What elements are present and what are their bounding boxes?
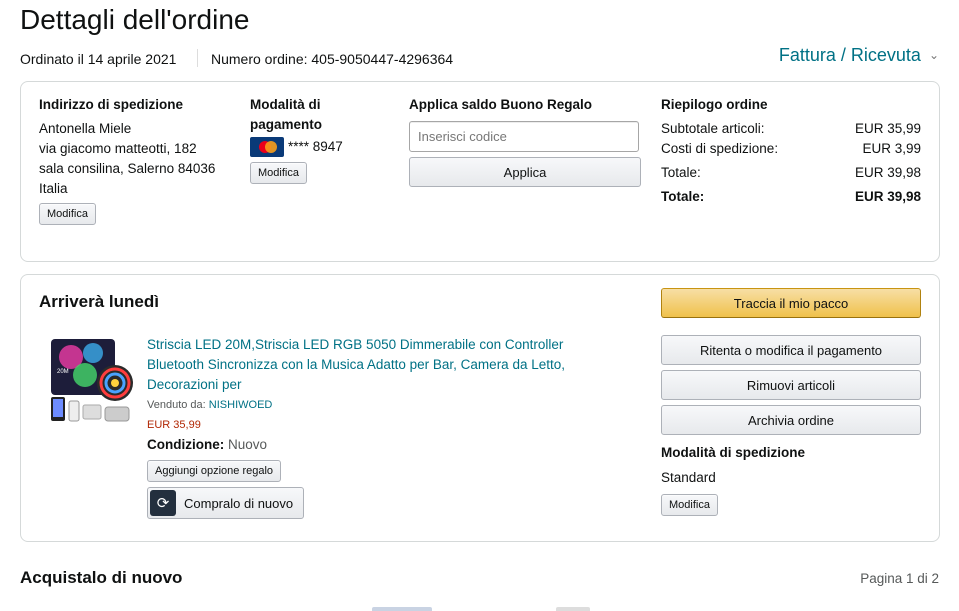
archive-order-button[interactable]: Archivia ordine [661,405,921,435]
order-summary: Riepilogo ordine Subtotale articoli: EUR… [661,95,921,207]
card-number: **** 8947 [288,139,343,154]
shipping-name: Antonella Miele [39,121,132,136]
shipping-line2: sala consilina, Salerno 84036 [39,161,216,176]
order-date: Ordinato il 14 aprile 2021 [20,51,177,67]
summary-heading: Riepilogo ordine [661,97,768,112]
payment-heading-1: Modalità di [250,97,321,112]
shipping-cost-label: Costi di spedizione: [661,141,779,156]
edit-shipping-method-button[interactable]: Modifica [661,494,718,516]
product-details: Striscia LED 20M,Striscia LED RGB 5050 D… [147,335,627,519]
payment-method: Modalità di pagamento **** 8947 Modifica [250,95,390,184]
retry-payment-button[interactable]: Ritenta o modifica il pagamento [661,335,921,365]
shipping-heading: Indirizzo di spedizione [39,97,184,112]
shipping-address: Indirizzo di spedizione Antonella Miele … [39,95,239,225]
carousel-item [556,607,590,611]
product-title-line-1[interactable]: Striscia LED 20M,Striscia LED RGB 5050 D… [147,335,627,355]
shipping-cost-value: EUR 3,99 [862,141,921,156]
buy-again-label: Compralo di nuovo [184,495,294,511]
remove-items-button[interactable]: Rimuovi articoli [661,370,921,400]
condition-label: Condizione: [147,437,225,452]
shipping-method-value: Standard [661,470,716,485]
invoice-dropdown[interactable]: Fattura / Ricevuta ⌄ [779,44,939,66]
total-label: Totale: [661,165,701,180]
shipping-line1: via giacomo matteotti, 182 [39,141,197,156]
buy-again-button[interactable]: ⟳ Compralo di nuovo [147,487,305,519]
product-title-line-2[interactable]: Bluetooth Sincronizza con la Musica Adat… [147,355,627,375]
buy-again-heading: Acquistalo di nuovo [20,568,183,587]
product-price: EUR 35,99 [147,419,201,431]
grand-total-label: Totale: [661,189,705,204]
arrival-heading: Arriverà lunedì [39,292,159,311]
divider [197,49,198,67]
apply-gift-button[interactable]: Applica [409,157,641,187]
shipment-box: Arriverà lunedì 20M Striscia LED 20M,Str… [20,274,940,542]
product-title-line-3[interactable]: Decorazioni per [147,375,627,395]
subtotal-value: EUR 35,99 [854,121,921,136]
grand-total-value: EUR 39,98 [854,189,921,204]
edit-payment-button[interactable]: Modifica [250,162,307,184]
add-gift-option-button[interactable]: Aggiungi opzione regalo [147,460,282,482]
payment-heading-2: pagamento [250,117,323,132]
gift-heading: Applica saldo Buono Regalo [409,97,593,112]
invoice-label: Fattura / Ricevuta [778,45,921,65]
sold-by-label: Venduto da: [147,399,206,411]
shipping-country: Italia [39,181,68,196]
mastercard-icon [250,137,284,157]
shipping-method-heading: Modalità di spedizione [661,445,806,460]
carousel-item [372,607,432,611]
gift-code-input[interactable] [409,121,639,152]
condition-value: Nuovo [228,437,268,452]
order-info-box: Indirizzo di spedizione Antonella Miele … [20,81,940,262]
order-number: Numero ordine: 405-9050447-4296364 [211,51,454,67]
subtotal-label: Subtotale articoli: [661,121,765,136]
total-value: EUR 39,98 [854,165,921,180]
page-title: Dettagli dell'ordine [20,4,250,35]
edit-address-button[interactable]: Modifica [39,203,96,225]
track-package-button[interactable]: Traccia il mio pacco [661,288,921,318]
chevron-down-icon: ⌄ [928,48,939,62]
product-image[interactable]: 20M [45,335,135,427]
seller-link[interactable]: NISHIWOED [209,399,273,411]
gift-card-section: Applica saldo Buono Regalo Applica [409,95,641,187]
pagination: Pagina 1 di 2 [860,571,939,586]
buy-again-icon: ⟳ [150,490,176,516]
svg-text:20M: 20M [57,369,69,375]
